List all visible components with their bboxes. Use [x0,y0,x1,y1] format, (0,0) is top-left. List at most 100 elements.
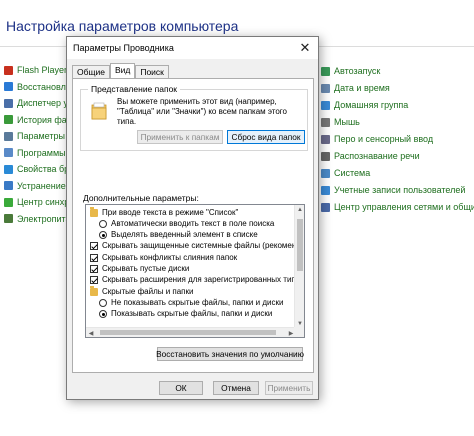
apply-to-folders-button[interactable]: Применить к папкам [137,130,223,144]
scroll-thumb[interactable] [297,219,303,271]
ok-button[interactable]: ОК [159,381,203,395]
tab-search[interactable]: Поиск [135,65,169,78]
control-panel-item-label: Система [334,168,371,178]
checkbox[interactable] [90,242,98,251]
recovery-icon [4,82,13,91]
explorer-options-dialog: Параметры Проводника ✕ Общие Вид Поиск П… [66,36,319,400]
control-panel-item[interactable]: Домашняя группа [321,98,408,112]
control-panel-item-label: Параметры и [17,131,73,141]
control-panel-item[interactable]: Перо и сенсорный ввод [321,132,433,146]
settings-option[interactable]: Скрывать пустые диски [90,264,189,275]
horizontal-scrollbar[interactable]: ◀ ▶ [86,327,296,337]
control-panel-item-label: Мышь [334,117,360,127]
control-panel-item[interactable]: Автозапуск [321,64,380,78]
folder-icon [90,206,98,217]
settings-option[interactable]: Показывать скрытые файлы, папки и диски [99,309,272,320]
date-time-icon [321,83,330,93]
control-panel-item-label: Центр управления сетями и общи [334,202,474,212]
control-panel-item[interactable]: Электропитан [4,212,76,226]
settings-option[interactable]: Скрывать расширения для зарегистрированн… [90,275,300,286]
settings-option[interactable]: Скрывать конфликты слияния папок [90,252,237,263]
control-panel-item-label: Перо и сенсорный ввод [334,134,434,144]
homegroup-icon [321,100,330,110]
dialog-titlebar: Параметры Проводника ✕ [67,37,318,59]
control-panel-item[interactable]: Дата и время [321,81,390,95]
settings-option-label: Не показывать скрытые файлы, папки и дис… [111,297,284,307]
control-panel-item-label: Устранение н [17,180,74,191]
control-panel-item-label: Автозапуск [334,66,381,76]
radio-button[interactable] [99,219,107,228]
autoplay-icon [321,66,330,76]
control-panel-item[interactable]: Мышь [321,115,360,129]
checkbox[interactable] [90,253,98,262]
radio-button[interactable] [99,231,107,240]
settings-group: Скрытые файлы и папки [90,285,194,297]
control-panel-item[interactable]: Система [321,166,370,180]
programs-icon [4,148,13,157]
network-center-icon [321,202,330,212]
indexing-icon [4,131,13,141]
control-panel-item-label: Учетные записи пользователей [334,185,466,195]
control-panel-item[interactable]: Учетные записи пользователей [321,183,465,197]
settings-option-label: Выделять введенный элемент в списке [111,230,258,240]
control-panel-item[interactable]: Параметры и [4,129,73,143]
radio-button[interactable] [99,310,107,319]
settings-option-label: Скрывать пустые диски [102,264,190,273]
view-tab-panel: Представление папок Вы можете применить … [72,78,314,373]
checkbox[interactable] [90,265,98,273]
system-icon [321,168,330,178]
folder-views-group: Представление папок Вы можете применить … [80,84,308,151]
control-panel-item[interactable]: Распознавание речи [321,149,420,163]
folder-views-title: Представление папок [88,84,181,94]
settings-option[interactable]: Выделять введенный элемент в списке [99,230,258,241]
settings-option[interactable]: Не показывать скрытые файлы, папки и дис… [99,297,283,308]
tab-general[interactable]: Общие [72,65,110,78]
sync-center-icon [4,197,13,207]
power-icon [4,214,13,223]
tab-view[interactable]: Вид [109,63,136,78]
troubleshoot-icon [4,181,13,190]
settings-option-label: Скрытые файлы и папки [102,286,194,296]
pen-touch-icon [321,134,330,144]
page-title: Настройка параметров компьютера [6,18,239,34]
settings-option-label: При вводе текста в режиме "Список" [102,207,239,217]
control-panel-item-label: Распознавание речи [334,151,420,161]
user-accounts-icon [321,185,330,195]
control-panel-item-label: Программы и [17,147,74,158]
control-panel-item[interactable]: Устранение н [4,179,73,193]
scroll-left-icon[interactable]: ◀ [86,328,96,337]
restore-defaults-button[interactable]: Восстановить значения по умолчанию [156,347,304,361]
microphone-icon [321,151,330,161]
settings-option-label: Скрывать конфликты слияния папок [102,252,238,262]
file-history-icon [4,115,13,124]
radio-button[interactable] [99,298,107,307]
hscroll-thumb[interactable] [100,330,276,335]
settings-option[interactable]: Автоматически вводить текст в поле поиск… [99,218,274,229]
folder-views-description: Вы можете применить этот вид (например, … [117,97,287,126]
reset-folders-button[interactable]: Сброс вида папок [227,130,305,144]
control-panel-item-label: Дата и время [334,83,390,93]
settings-option-label: Скрывать защищенные системные файлы (рек… [102,241,297,251]
checkbox[interactable] [90,276,98,285]
control-panel-item[interactable]: Центр управления сетями и общи [321,200,474,214]
control-panel-item[interactable]: Программы и [4,146,73,160]
apply-button[interactable]: Применить [265,381,313,395]
settings-option-label: Скрывать расширения для зарегистрированн… [102,275,301,285]
tab-strip: Общие Вид Поиск [72,63,169,78]
cancel-button[interactable]: Отмена [213,381,259,395]
scroll-up-icon[interactable]: ▲ [295,205,304,215]
browser-icon [4,164,13,174]
advanced-settings-tree: При вводе текста в режиме "Список" Автома… [85,204,305,338]
mouse-icon [321,117,330,127]
control-panel-item[interactable]: Центр синхро [4,195,74,209]
close-icon[interactable]: ✕ [292,37,318,59]
scroll-corner [294,327,304,337]
flash-player-icon [4,65,13,75]
settings-option-label: Автоматически вводить текст в поле поиск… [111,218,275,228]
vertical-scrollbar[interactable]: ▲ ▼ [294,205,304,329]
device-manager-icon [4,98,13,108]
settings-option[interactable]: Скрывать защищенные системные файлы (рек… [90,241,296,252]
control-panel-item-label: Домашняя группа [334,100,409,110]
folder-icon [90,285,98,296]
settings-group: При вводе текста в режиме "Список" [90,206,239,218]
